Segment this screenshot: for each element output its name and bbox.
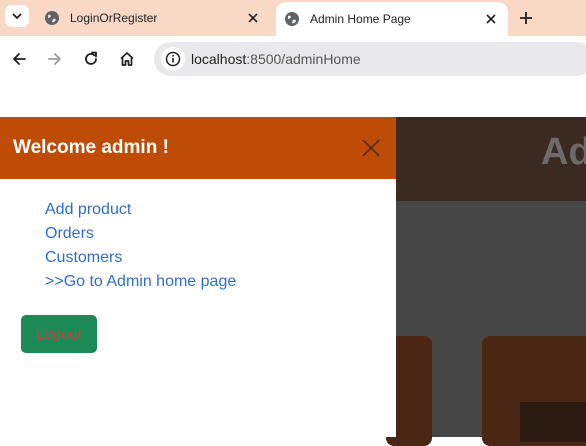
browser-toolbar: localhost:8500/adminHome [0, 36, 586, 82]
sidebar-link-orders[interactable]: Orders [45, 222, 236, 246]
logout-button[interactable]: Logout [21, 315, 97, 353]
sidebar-link-add-product[interactable]: Add product [45, 198, 236, 222]
reload-button[interactable] [79, 47, 103, 71]
close-icon[interactable] [360, 137, 382, 159]
plus-icon [520, 12, 532, 24]
product-image [520, 402, 586, 442]
globe-icon [285, 12, 299, 26]
arrow-left-icon [13, 53, 26, 65]
page-heading-partial: Ad [541, 131, 586, 173]
forward-button[interactable] [43, 47, 67, 71]
sidebar-link-admin-home[interactable]: >>Go to Admin home page [45, 270, 236, 294]
chevron-down-icon [12, 13, 22, 19]
info-icon [165, 51, 181, 67]
new-tab-button[interactable] [514, 6, 538, 30]
globe-icon [45, 11, 59, 25]
tab-loginorregister[interactable]: LoginOrRegister [36, 0, 270, 36]
address-bar[interactable]: localhost:8500/adminHome [154, 42, 586, 76]
tab-title: Admin Home Page [310, 12, 411, 26]
close-icon[interactable] [244, 9, 262, 27]
sidebar-nav: Add product Orders Customers >>Go to Adm… [45, 198, 236, 294]
back-button[interactable] [7, 47, 31, 71]
url-host: localhost [191, 51, 247, 67]
page-viewport: Ad Welcome admin ! Add product Orders Cu… [0, 82, 586, 446]
tab-title: LoginOrRegister [70, 11, 158, 25]
home-icon [120, 52, 134, 66]
sidebar-header: Welcome admin ! [0, 117, 396, 179]
site-info-button[interactable] [161, 47, 185, 71]
tab-admin-home-page[interactable]: Admin Home Page [276, 2, 508, 36]
url-path: :8500/adminHome [246, 51, 361, 67]
tab-search-button[interactable] [5, 5, 29, 27]
browser-tab-strip: LoginOrRegister Admin Home Page [0, 0, 586, 36]
close-icon[interactable] [482, 10, 500, 28]
reload-icon [85, 51, 97, 65]
sidebar-title: Welcome admin ! [13, 137, 169, 158]
page-header-background: Ad [396, 117, 586, 201]
url-text: localhost:8500/adminHome [191, 51, 361, 67]
sidebar-offcanvas: Welcome admin ! Add product Orders Custo… [0, 117, 396, 437]
arrow-right-icon [48, 53, 61, 65]
sidebar-link-customers[interactable]: Customers [45, 246, 236, 270]
home-button[interactable] [115, 47, 139, 71]
